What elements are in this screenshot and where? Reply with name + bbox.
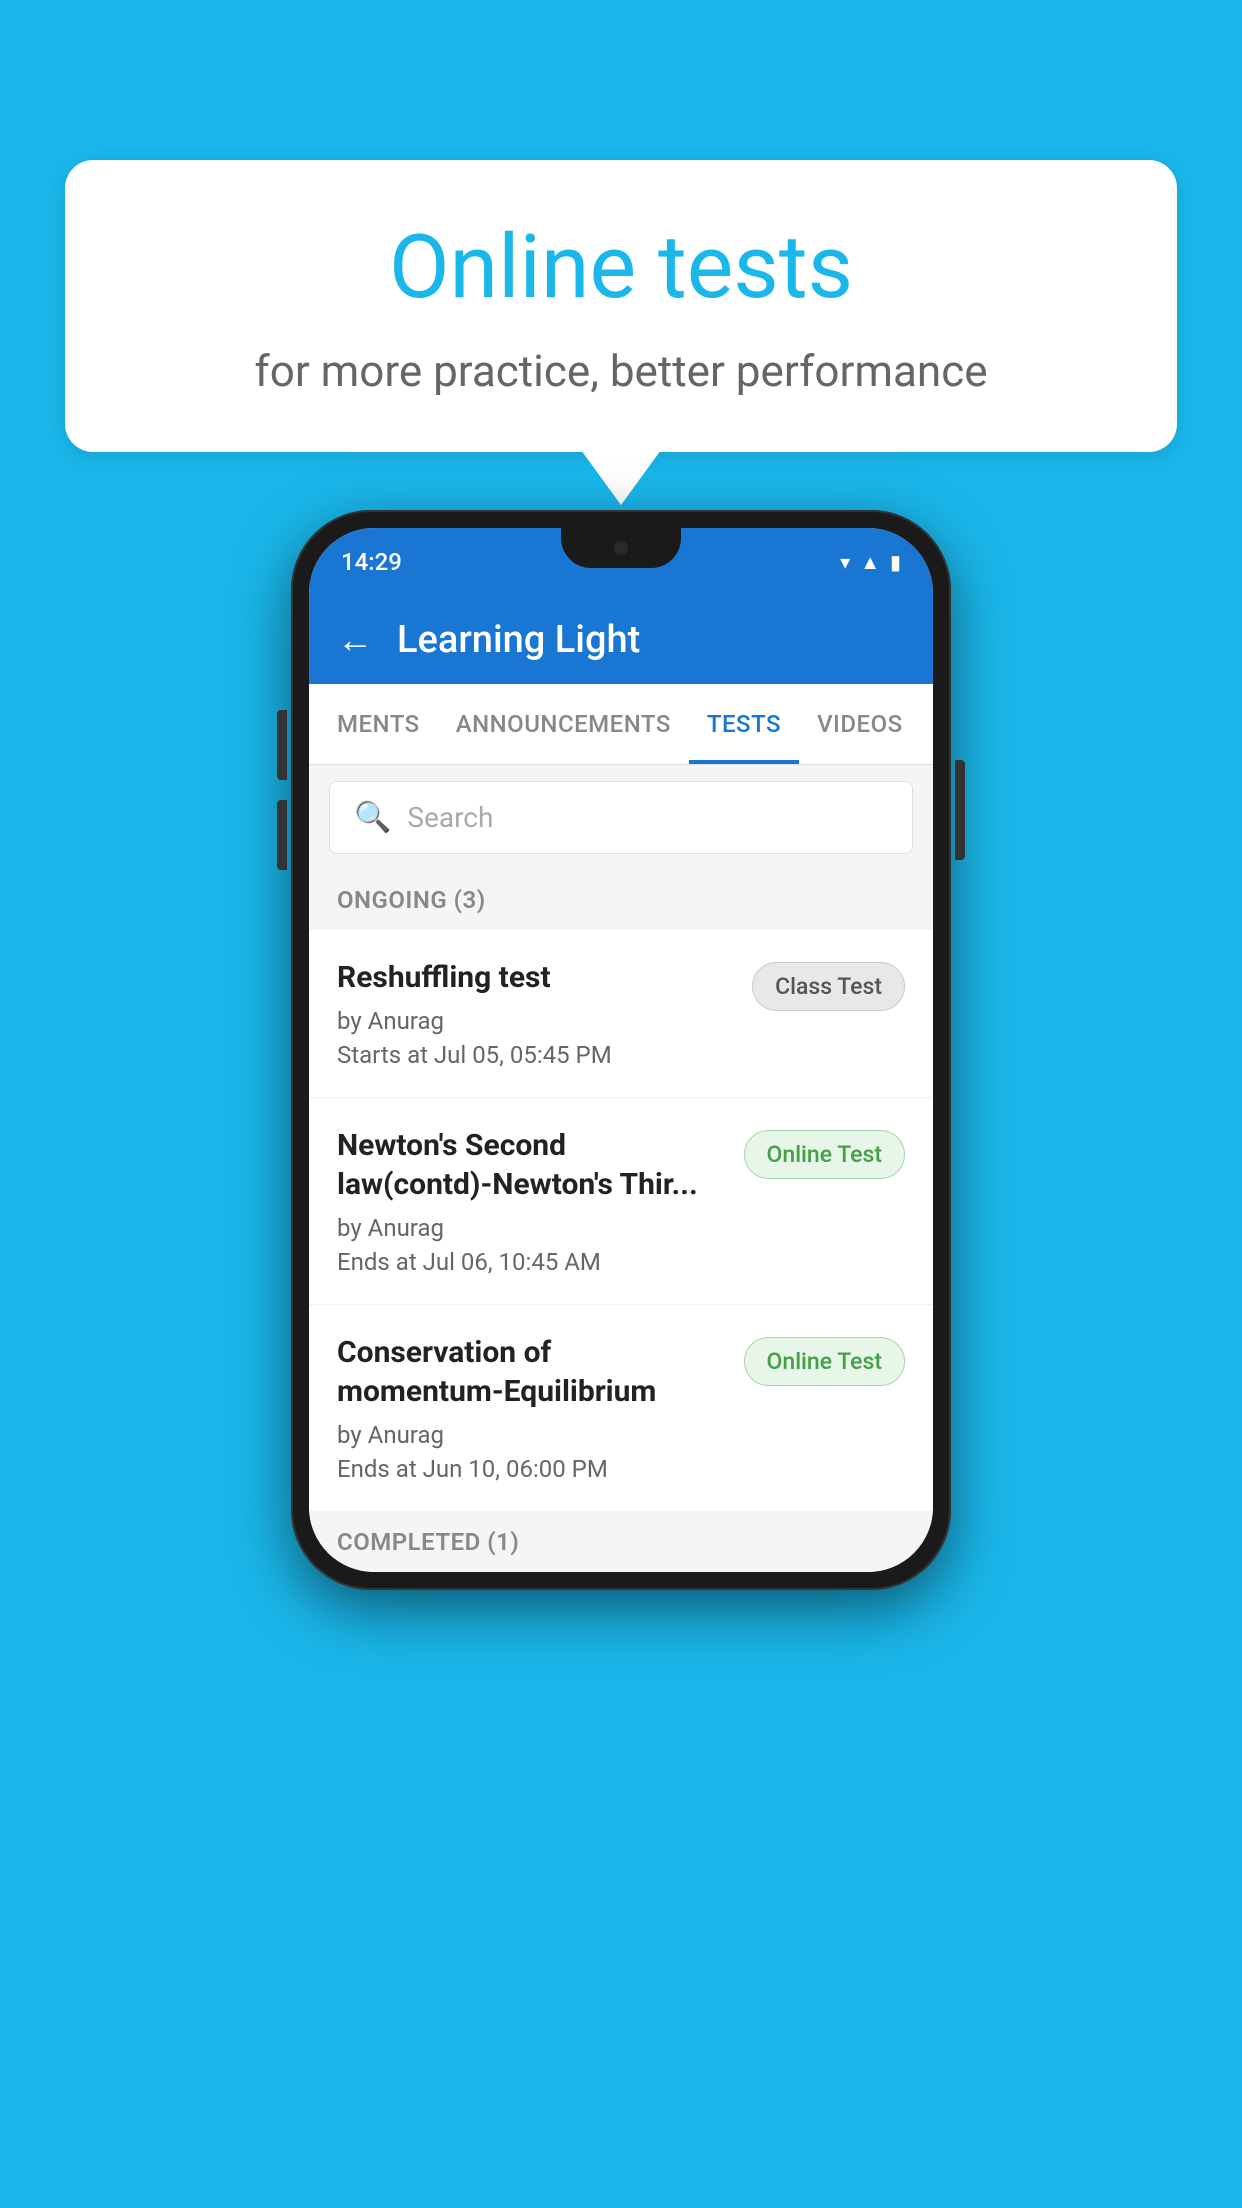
power-button bbox=[955, 760, 965, 860]
search-bar[interactable]: 🔍 Search bbox=[329, 781, 913, 854]
test-badge-reshuffling: Class Test bbox=[752, 962, 905, 1011]
test-item-reshuffling[interactable]: Reshuffling test by Anurag Starts at Jul… bbox=[309, 930, 933, 1098]
test-badge-conservation: Online Test bbox=[744, 1337, 905, 1386]
status-icons: ▾ ▲ ▮ bbox=[840, 550, 901, 575]
test-info-newtons: Newton's Second law(contd)-Newton's Thir… bbox=[337, 1126, 744, 1276]
signal-icon: ▲ bbox=[860, 550, 880, 575]
tab-ments[interactable]: MENTS bbox=[319, 684, 438, 764]
test-date-conservation: Ends at Jun 10, 06:00 PM bbox=[337, 1455, 724, 1483]
tabs-bar: MENTS ANNOUNCEMENTS TESTS VIDEOS bbox=[309, 684, 933, 765]
ongoing-section-header: ONGOING (3) bbox=[309, 870, 933, 930]
back-button[interactable]: ← bbox=[337, 619, 373, 661]
test-name-conservation: Conservation of momentum-Equilibrium bbox=[337, 1333, 724, 1411]
test-author-reshuffling: by Anurag bbox=[337, 1007, 732, 1035]
test-author-conservation: by Anurag bbox=[337, 1421, 724, 1449]
tab-tests[interactable]: TESTS bbox=[689, 684, 799, 764]
search-icon: 🔍 bbox=[354, 800, 391, 835]
app-header: ← Learning Light bbox=[309, 596, 933, 684]
promo-card: Online tests for more practice, better p… bbox=[65, 160, 1177, 505]
promo-subtitle: for more practice, better performance bbox=[145, 345, 1097, 397]
completed-section-header: COMPLETED (1) bbox=[309, 1512, 933, 1572]
volume-up-button bbox=[277, 710, 287, 780]
volume-down-button bbox=[277, 800, 287, 870]
test-info-reshuffling: Reshuffling test by Anurag Starts at Jul… bbox=[337, 958, 752, 1069]
battery-icon: ▮ bbox=[890, 550, 901, 574]
tab-announcements[interactable]: ANNOUNCEMENTS bbox=[438, 684, 689, 764]
speech-bubble: Online tests for more practice, better p… bbox=[65, 160, 1177, 452]
test-date-reshuffling: Starts at Jul 05, 05:45 PM bbox=[337, 1041, 732, 1069]
test-name-newtons: Newton's Second law(contd)-Newton's Thir… bbox=[337, 1126, 724, 1204]
search-placeholder: Search bbox=[407, 801, 493, 834]
test-name-reshuffling: Reshuffling test bbox=[337, 958, 732, 997]
test-author-newtons: by Anurag bbox=[337, 1214, 724, 1242]
phone-screen: 14:29 ▾ ▲ ▮ ← Learning Light MENTS bbox=[309, 528, 933, 1572]
app-title: Learning Light bbox=[397, 618, 640, 662]
status-bar: 14:29 ▾ ▲ ▮ bbox=[309, 528, 933, 596]
tab-videos[interactable]: VIDEOS bbox=[799, 684, 921, 764]
test-item-conservation[interactable]: Conservation of momentum-Equilibrium by … bbox=[309, 1305, 933, 1512]
status-time: 14:29 bbox=[341, 548, 402, 576]
test-info-conservation: Conservation of momentum-Equilibrium by … bbox=[337, 1333, 744, 1483]
notch bbox=[561, 528, 681, 568]
test-date-newtons: Ends at Jul 06, 10:45 AM bbox=[337, 1248, 724, 1276]
phone-mockup: 14:29 ▾ ▲ ▮ ← Learning Light MENTS bbox=[291, 510, 951, 1590]
search-container: 🔍 Search bbox=[309, 765, 933, 870]
test-item-newtons[interactable]: Newton's Second law(contd)-Newton's Thir… bbox=[309, 1098, 933, 1305]
promo-title: Online tests bbox=[145, 220, 1097, 317]
test-badge-newtons: Online Test bbox=[744, 1130, 905, 1179]
front-camera bbox=[612, 539, 630, 557]
wifi-icon: ▾ bbox=[840, 550, 850, 574]
speech-bubble-tail bbox=[581, 450, 661, 505]
phone-outer: 14:29 ▾ ▲ ▮ ← Learning Light MENTS bbox=[291, 510, 951, 1590]
